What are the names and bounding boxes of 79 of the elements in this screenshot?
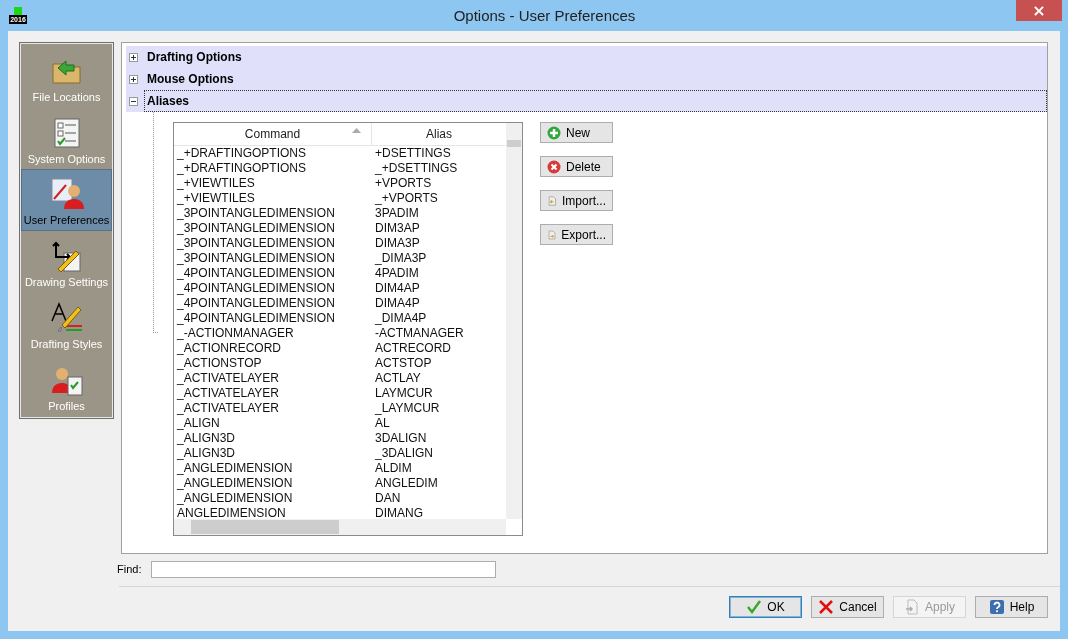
export-icon [547, 227, 557, 242]
table-cell-text: _+VIEWTILES [176, 191, 256, 206]
table-cell-text: 3PADIM [374, 206, 420, 221]
table-cell-text: _DIMA4P [374, 311, 428, 326]
table-cell-text: _DIMA3P [374, 251, 428, 266]
table-cell-text: _+DRAFTINGOPTIONS [176, 146, 308, 161]
cross-icon [818, 599, 835, 615]
table-cell-text: DIMA3P [374, 236, 421, 251]
checkmark-icon [746, 599, 763, 615]
table-cell-text: ALDIM [374, 461, 413, 476]
table-cell-text: _ANGLEDIMENSION [176, 476, 294, 491]
table-cell-text: _ANGLEDIMENSION [176, 461, 294, 476]
expand-icon[interactable] [129, 74, 138, 84]
table-cell-text: 4PADIM [374, 266, 420, 281]
import-button[interactable]: Import... [540, 190, 613, 211]
table-cell-text: _ACTIONSTOP [176, 356, 263, 371]
expand-icon[interactable] [129, 52, 138, 62]
collapse-icon[interactable] [129, 96, 138, 106]
find-label: Find: [117, 563, 142, 575]
export-button[interactable]: Export... [540, 224, 613, 245]
table-cell-text: _3POINTANGLEDIMENSION [176, 206, 336, 221]
tree-item[interactable]: Aliases [144, 90, 1047, 112]
delete-icon [547, 159, 561, 174]
table-cell-text: DIMA4P [374, 296, 421, 311]
table-cell-text: _+DSETTINGS [374, 161, 459, 176]
table-cell-text: DAN [374, 491, 402, 506]
import-icon [547, 193, 557, 208]
table-cell-text: ACTRECORD [374, 341, 452, 356]
table-cell-text: _ANGLEDIMENSION [176, 491, 294, 506]
table-cell-text: DIM4AP [374, 281, 421, 296]
column-header[interactable]: Alias [372, 123, 506, 145]
table-cell-text: +VPORTS [374, 176, 433, 191]
find-field[interactable] [151, 560, 497, 578]
table-cell-text: -ACTMANAGER [374, 326, 465, 341]
table-cell-text: _LAYMCUR [374, 401, 441, 416]
sidebar-item[interactable]: User Preferences [21, 168, 112, 231]
plus-icon [547, 125, 561, 140]
table-cell-text: _3POINTANGLEDIMENSION [176, 236, 336, 251]
table-cell-text: +DSETTINGS [374, 146, 452, 161]
table-cell-text: LAYMCUR [374, 386, 434, 401]
table-cell-text: DIMANG [374, 506, 424, 520]
table-cell-text: AL [374, 416, 391, 431]
close-button[interactable]: × [1016, 0, 1062, 21]
vertical-scrollbar[interactable] [506, 123, 522, 519]
table-cell-text: _4POINTANGLEDIMENSION [176, 311, 336, 326]
table-cell-text: _3POINTANGLEDIMENSION [176, 221, 336, 236]
table-cell-text: _4POINTANGLEDIMENSION [176, 266, 336, 281]
table-cell-text: _+DRAFTINGOPTIONS [176, 161, 308, 176]
table-cell-text: _+VIEWTILES [176, 176, 256, 191]
cancel-button[interactable]: Cancel [811, 596, 884, 618]
ok-button[interactable]: OK [729, 596, 802, 618]
help-button[interactable]: Help [975, 596, 1048, 618]
table-cell-text: _3POINTANGLEDIMENSION [176, 251, 336, 266]
table-cell-text: ACTLAY [374, 371, 422, 386]
table-cell-text: _ACTIVATELAYER [176, 386, 281, 401]
table-cell-text: ANGLEDIM [374, 476, 439, 491]
document-icon [904, 599, 920, 615]
table-cell-text: _ALIGN3D [176, 446, 237, 461]
table-cell-text: _3DALIGN [374, 446, 435, 461]
table-cell-text: _+VPORTS [374, 191, 439, 206]
table-cell-text: _ACTIONRECORD [176, 341, 282, 356]
table-cell-text: 3DALIGN [374, 431, 428, 446]
new-button[interactable]: New [540, 122, 613, 143]
table-cell-text: _ACTIVATELAYER [176, 401, 281, 416]
table-cell-text: _ALIGN [176, 416, 221, 431]
delete-button[interactable]: Delete [540, 156, 613, 177]
column-header[interactable]: Command [174, 123, 372, 145]
help-icon [988, 599, 1005, 615]
table-cell-text: _ACTIVATELAYER [176, 371, 281, 386]
table-cell-text: _ALIGN3D [176, 431, 237, 446]
table-cell-text: _-ACTIONMANAGER [176, 326, 295, 341]
table-cell-text: _4POINTANGLEDIMENSION [176, 296, 336, 311]
table-cell-text: ACTSTOP [374, 356, 433, 371]
user-drawing-icon [49, 176, 84, 211]
window-title: Options - User Preferences [452, 7, 637, 24]
table-cell-text: DIM3AP [374, 221, 421, 236]
horizontal-scrollbar[interactable] [174, 519, 506, 535]
table-cell-text: ANGLEDIMENSION [176, 506, 287, 520]
table-cell-text: _4POINTANGLEDIMENSION [176, 281, 336, 296]
